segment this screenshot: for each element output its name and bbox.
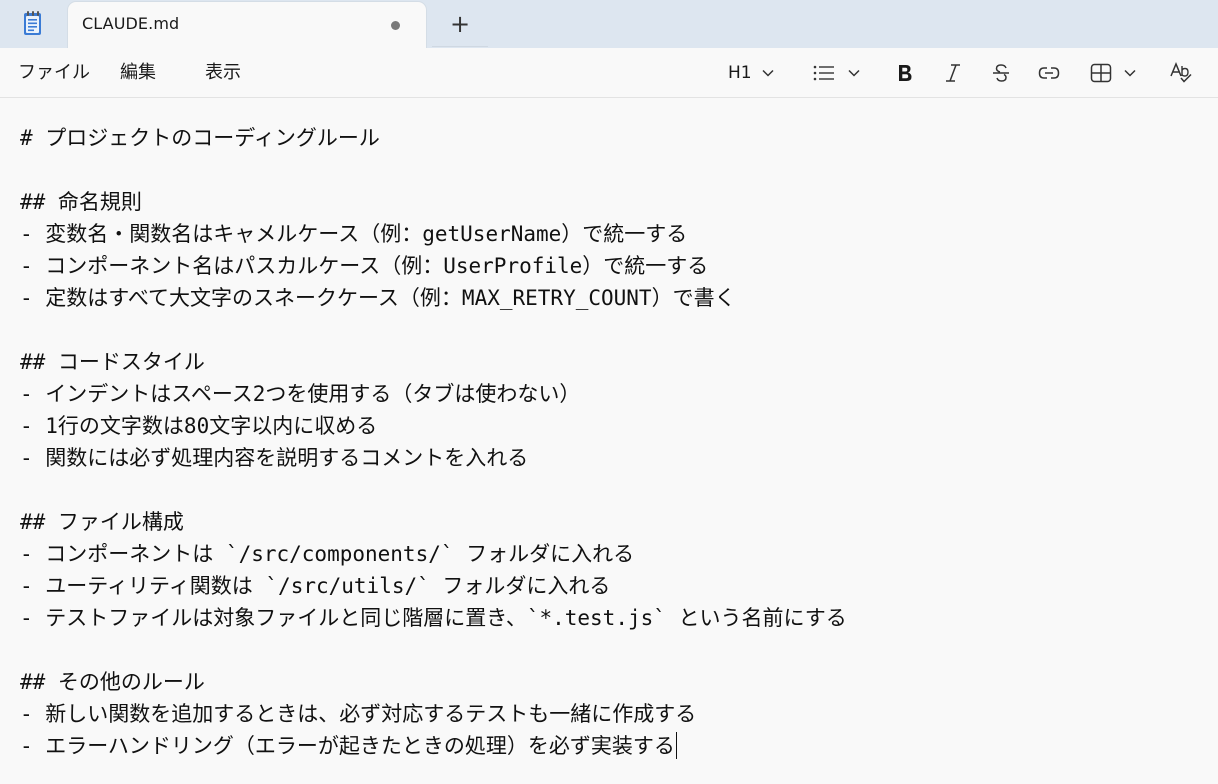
- heading-dropdown[interactable]: H1: [728, 60, 774, 86]
- heading-line: ## 命名規則: [20, 190, 142, 214]
- heading-level-label: H1: [728, 63, 752, 83]
- tab-claude-md[interactable]: CLAUDE.md: [68, 2, 426, 48]
- list-item-line: - 新しい関数を追加するときは、必ず対応するテストも一緒に作成する: [20, 702, 697, 726]
- list-icon: [813, 65, 834, 81]
- italic-icon: [946, 64, 960, 82]
- unsaved-indicator-icon[interactable]: [391, 21, 400, 30]
- list-item-line: - インデントはスペース2つを使用する（タブは使わない）: [20, 382, 581, 406]
- list-item-line: - 関数には必ず処理内容を説明するコメントを入れる: [20, 446, 529, 470]
- heading-line: # プロジェクトのコーディングルール: [20, 126, 380, 150]
- menu-file[interactable]: ファイル: [18, 61, 90, 85]
- list-item-line: - コンポーネントは `/src/components/` フォルダに入れる: [20, 542, 635, 566]
- chevron-down-icon: [1124, 69, 1136, 77]
- menu-edit[interactable]: 編集: [120, 61, 156, 85]
- list-item-line: - エラーハンドリング（エラーが起きたときの処理）を必ず実装する: [20, 730, 677, 762]
- list-item-line: - 定数はすべて大文字のスネークケース（例：MAX_RETRY_COUNT）で書…: [20, 286, 736, 310]
- strikethrough-icon: [993, 64, 1009, 82]
- menu-view[interactable]: 表示: [205, 61, 241, 85]
- list-item-line: - テストファイルは対象ファイルと同じ階層に置き、`*.test.js` という…: [20, 606, 847, 630]
- list-dropdown[interactable]: [813, 60, 860, 86]
- tab-bar: CLAUDE.md +: [0, 0, 1218, 48]
- bold-icon: [899, 65, 912, 81]
- heading-line: ## その他のルール: [20, 670, 205, 694]
- chevron-down-icon: [762, 69, 774, 77]
- text-editor[interactable]: # プロジェクトのコーディングルール ## 命名規則 - 変数名・関数名はキャメ…: [0, 98, 1218, 784]
- notepad-app-icon: [20, 10, 46, 38]
- tab-title: CLAUDE.md: [82, 14, 180, 33]
- spellcheck-icon: [1170, 62, 1192, 83]
- menu-bar: ファイル 編集 表示 H1: [0, 48, 1218, 98]
- list-item-line: - ユーティリティ関数は `/src/utils/` フォルダに入れる: [20, 574, 611, 598]
- heading-line: ## ファイル構成: [20, 510, 184, 534]
- bold-button[interactable]: [896, 60, 914, 86]
- link-button[interactable]: [1038, 60, 1060, 86]
- notepad-window: CLAUDE.md + ファイル 編集 表示 H1 # プロジェクトのコーディン…: [0, 0, 1218, 784]
- link-icon: [1038, 67, 1060, 79]
- italic-button[interactable]: [944, 60, 962, 86]
- list-item-line: - 1行の文字数は80文字以内に収める: [20, 414, 378, 438]
- list-item-line: - 変数名・関数名はキャメルケース（例：getUserName）で統一する: [20, 222, 688, 246]
- table-icon: [1090, 63, 1112, 83]
- tab-divider: [432, 46, 488, 47]
- strikethrough-button[interactable]: [991, 60, 1011, 86]
- table-dropdown[interactable]: [1090, 60, 1136, 86]
- text-cursor: [675, 732, 677, 759]
- list-item-line: - コンポーネント名はパスカルケース（例：UserProfile）で統一する: [20, 254, 709, 278]
- chevron-down-icon: [848, 69, 860, 77]
- heading-line: ## コードスタイル: [20, 350, 205, 374]
- spellcheck-button[interactable]: [1169, 60, 1193, 86]
- new-tab-button[interactable]: +: [446, 10, 474, 38]
- list-item-text: - エラーハンドリング（エラーが起きたときの処理）を必ず実装する: [20, 734, 675, 758]
